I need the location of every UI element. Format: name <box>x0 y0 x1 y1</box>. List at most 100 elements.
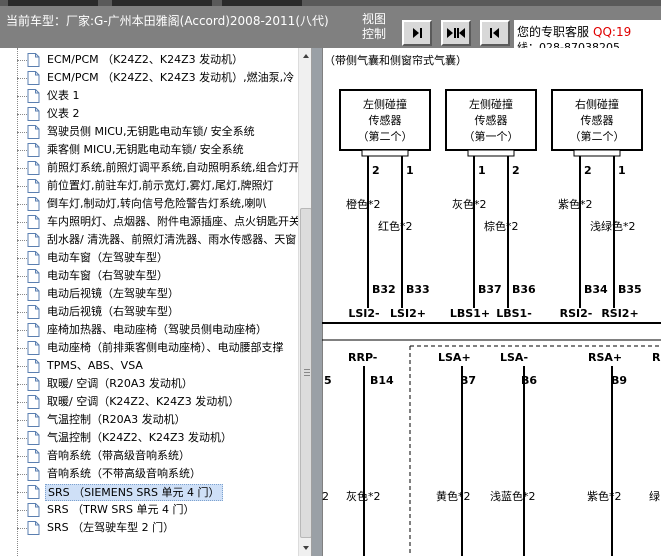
sensor-left-second: 左侧碰撞传感器 （第二个） 2 1 橙色*2 红色*2 B32 B33 LSI2- LSI2+ <box>339 89 431 320</box>
tree-item[interactable]: 前位置灯,前驻车灯,前示宽灯,雾灯,尾灯,牌照灯 <box>0 177 298 195</box>
tree-connector <box>17 132 27 133</box>
tree-item[interactable]: 电动车窗（左驾驶车型） <box>0 249 298 267</box>
pin-left-edge: 5 <box>324 374 332 387</box>
bus-label-lsa-plus: LSA+ <box>438 351 471 364</box>
tree-item[interactable]: 前照灯系统,前照灯调平系统,自动照明系统,组合灯开 <box>0 159 300 177</box>
tree-item[interactable]: 气温控制（K24Z2、K24Z3 发动机） <box>0 429 298 447</box>
service-qq-link[interactable]: QQ:19 <box>593 25 631 39</box>
document-icon <box>27 359 40 373</box>
scroll-down-icon[interactable] <box>300 541 311 555</box>
wire-color-a: 灰色*2 <box>452 197 487 211</box>
tree-item[interactable]: 刮水器/ 清洗器、前照灯清洗器、雨水传感器、天窗 <box>0 231 298 249</box>
tree-connector <box>17 510 27 511</box>
tree-item-label: 气温控制（K24Z2、K24Z3 发动机） <box>47 431 232 444</box>
tree-item[interactable]: 倒车灯,制动灯,转向信号危险警告灯系统,喇叭 <box>0 195 298 213</box>
fit-page-button[interactable] <box>441 20 471 46</box>
tree-item-label: 电动后视镜（右驾驶车型） <box>47 305 179 318</box>
pin-number-a: 2 <box>584 164 592 177</box>
diagram-caption: （带侧气囊和侧窗帘式气囊） <box>324 53 467 67</box>
document-icon <box>27 287 40 301</box>
tree-item[interactable]: 仪表 1 <box>0 87 298 105</box>
tree-connector <box>17 204 27 205</box>
prev-page-button[interactable] <box>402 20 432 46</box>
tree-connector <box>17 330 27 331</box>
tree-item[interactable]: ECM/PCM （K24Z2、K24Z3 发动机）,燃油泵,冷 <box>0 69 298 87</box>
sensor-title-line2: 传感器 <box>581 114 614 127</box>
document-icon <box>27 125 40 139</box>
wiring-diagram-view[interactable]: （带侧气囊和侧窗帘式气囊） 左侧碰撞 传感器 （第二个） 2 1 橙色*2 红色*2 B32 B… <box>322 48 661 556</box>
tree-item[interactable]: 电动车窗（右驾驶车型） <box>0 267 298 285</box>
wire-color-yellow: 黄色*2 <box>436 489 471 503</box>
tree-item[interactable]: 取暖/ 空调（R20A3 发动机） <box>0 375 298 393</box>
tree-item-label: 取暖/ 空调（K24Z2、K24Z3 发动机） <box>47 395 240 408</box>
tree-item[interactable]: SRS （TRW SRS 单元 4 门） <box>0 501 298 519</box>
tree-item-label: 驾驶员侧 MICU,无钥匙电动车锁/ 安全系统 <box>47 125 255 138</box>
tree-item-label: ECM/PCM （K24Z2、K24Z3 发动机）,燃油泵,冷 <box>47 71 295 84</box>
document-icon <box>27 107 40 121</box>
tree-item[interactable]: 电动座椅（前排乘客侧电动座椅）、电动腰部支撑 <box>0 339 298 357</box>
tree-item[interactable]: TPMS、ABS、VSA <box>0 357 298 375</box>
bus-signal-b: RSI2+ <box>601 307 638 320</box>
tree-connector <box>17 348 27 349</box>
wire-color-a: 紫色*2 <box>558 197 593 211</box>
tree-item[interactable]: 取暖/ 空调（K24Z2、K24Z3 发动机） <box>0 393 298 411</box>
tree-vertical-scrollbar[interactable] <box>298 48 311 556</box>
bus-label-rrp: RRP- <box>348 351 377 364</box>
document-icon <box>27 413 40 427</box>
pane-splitter[interactable] <box>312 48 322 556</box>
tree-item[interactable]: 乘客侧 MICU,无钥匙电动车锁/ 安全系统 <box>0 141 298 159</box>
document-icon <box>27 467 40 481</box>
edge-mark: 2 <box>322 490 329 503</box>
tree-item[interactable]: 电动后视镜（左驾驶车型） <box>0 285 298 303</box>
tree-item[interactable]: SRS （SIEMENS SRS 单元 4 门） <box>0 483 298 501</box>
top-tab-strip <box>0 0 661 6</box>
tree-item[interactable]: 音响系统（带高级音响系统） <box>0 447 298 465</box>
tree-item[interactable]: SRS （左驾驶车型 2 门） <box>0 519 298 537</box>
sensor-title-line1: 左侧碰撞 <box>363 97 407 111</box>
wiring-tree-panel[interactable]: ECM/PCM （K24Z2、K24Z3 发动机） ECM/PCM （K24Z2、… <box>0 48 312 556</box>
arrows-in-icon <box>447 28 465 38</box>
document-icon <box>27 143 40 157</box>
view-control-label: 视图控制 <box>362 12 387 41</box>
tree-item[interactable]: 座椅加热器、电动座椅（驾驶员侧电动座椅） <box>0 321 298 339</box>
document-icon <box>27 323 40 337</box>
sensor-title-line3: （第二个） <box>358 129 413 143</box>
bus-label-rsa-plus: RSA+ <box>588 351 622 364</box>
sensor-connector <box>573 149 621 157</box>
tree-item[interactable]: 气温控制（R20A3 发动机） <box>0 411 298 429</box>
document-icon <box>27 305 40 319</box>
tree-item-label: 仪表 2 <box>47 107 80 120</box>
wire-color-b: 红色*2 <box>378 219 413 233</box>
tree-item[interactable]: 音响系统（不带高级音响系统） <box>0 465 298 483</box>
tree-item[interactable]: 电动后视镜（右驾驶车型） <box>0 303 298 321</box>
wire-color-b: 浅绿色*2 <box>590 219 636 233</box>
document-icon <box>27 341 40 355</box>
document-icon <box>27 89 40 103</box>
arrow-left-bar-icon <box>413 28 422 38</box>
tree-item[interactable]: 车内照明灯、点烟器、附件电源插座、点火钥匙开关 <box>0 213 300 231</box>
tree-item-label: 气温控制（R20A3 发动机） <box>47 413 186 426</box>
document-icon <box>27 161 40 175</box>
tree-connector <box>17 294 27 295</box>
tree-connector <box>17 456 27 457</box>
document-icon <box>27 449 40 463</box>
tree-connector <box>17 78 27 79</box>
tree-connector <box>17 114 27 115</box>
tree-item[interactable]: 仪表 2 <box>0 105 298 123</box>
sensor-connector <box>467 149 515 157</box>
bus-label-lsa-minus: LSA- <box>500 351 528 364</box>
pin-number-a: 1 <box>478 164 486 177</box>
terminal-b6: B6 <box>521 374 537 387</box>
scrollbar-thumb[interactable] <box>300 208 311 538</box>
document-icon <box>27 53 40 67</box>
next-page-button[interactable] <box>480 20 510 46</box>
tree-item-label: 刮水器/ 清洗器、前照灯清洗器、雨水传感器、天窗 <box>47 233 297 246</box>
tree-item[interactable]: 驾驶员侧 MICU,无钥匙电动车锁/ 安全系统 <box>0 123 298 141</box>
tree-item-label: ECM/PCM （K24Z2、K24Z3 发动机） <box>47 53 244 66</box>
pin-number-b: 2 <box>512 164 520 177</box>
tree-item[interactable]: ECM/PCM （K24Z2、K24Z3 发动机） <box>0 51 298 69</box>
tree-item-label: SRS （TRW SRS 单元 4 门） <box>47 503 195 516</box>
scroll-up-icon[interactable] <box>300 49 311 63</box>
sensor-title-line2: 传感器 <box>369 114 402 127</box>
tree-item-label: 电动后视镜（左驾驶车型） <box>47 287 179 300</box>
